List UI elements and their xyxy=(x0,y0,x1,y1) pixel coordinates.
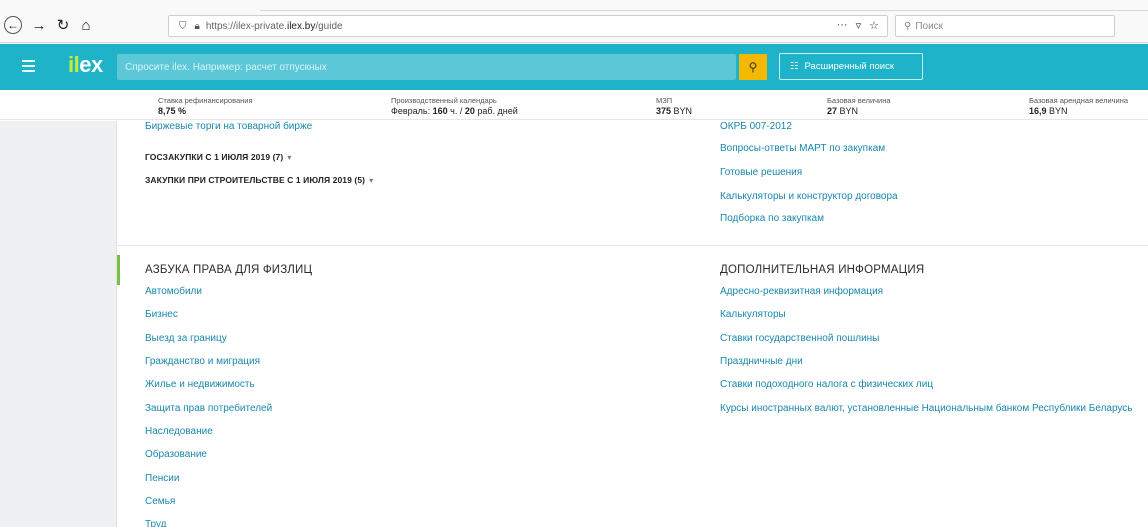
link-okrb[interactable]: ОКРБ 007-2012 xyxy=(720,121,792,132)
link-state-duty-rates[interactable]: Ставки государственной пошлины xyxy=(720,333,879,344)
shield-icon[interactable]: ⛉ xyxy=(179,21,187,32)
filter-sliders-icon: ☷ xyxy=(790,61,799,72)
link-qa-mart[interactable]: Вопросы-ответы МАРТ по закупкам xyxy=(720,143,885,154)
arrow-right-icon: → xyxy=(31,16,47,34)
home-button[interactable]: ⌂ xyxy=(76,15,96,35)
info-value: 8,75 % xyxy=(158,106,187,116)
browser-search-input[interactable]: ⚲ Поиск xyxy=(895,15,1115,37)
address-bar[interactable]: ⛉ 🔒︎ https://ilex-private.ilex.by/guide … xyxy=(168,15,888,37)
group-label: ЗАКУПКИ ПРИ СТРОИТЕЛЬСТВЕ С 1 ИЮЛЯ 2019 … xyxy=(145,175,366,185)
info-label: МЗП xyxy=(656,96,673,105)
link-citizenship[interactable]: Гражданство и миграция xyxy=(145,356,260,367)
info-value: Февраль: 160 ч. / 20 раб. дней xyxy=(391,106,518,116)
info-label: Базовая величина xyxy=(827,96,891,105)
app-header: ilex Спросите ilex. Например: расчет отп… xyxy=(0,44,1148,90)
link-travel-abroad[interactable]: Выезд за границу xyxy=(145,333,227,344)
info-label: Ставка рефинансирования xyxy=(158,96,253,105)
info-min-wage[interactable]: МЗП 375 BYN xyxy=(656,96,692,116)
browser-toolbar: ← → ↻ ⌂ ⛉ 🔒︎ https://ilex-private.ilex.b… xyxy=(0,0,1148,43)
main-content: Биржевые торги на товарной бирже ГОСЗАКУ… xyxy=(117,121,1148,527)
info-base-rent-value[interactable]: Базовая арендная величина 16,9 BYN xyxy=(1029,96,1128,116)
link-holidays[interactable]: Праздничные дни xyxy=(720,356,803,367)
link-business[interactable]: Бизнес xyxy=(145,309,178,320)
page-actions-menu-icon[interactable]: ··· xyxy=(837,19,848,32)
back-button[interactable]: ← xyxy=(4,16,22,34)
section-title-law-abc: АЗБУКА ПРАВА ДЛЯ ФИЗЛИЦ xyxy=(145,264,313,276)
link-procurement-selection[interactable]: Подборка по закупкам xyxy=(720,213,824,224)
search-button[interactable]: ⚲ xyxy=(739,54,767,80)
pocket-icon[interactable]: ▿ xyxy=(856,19,862,32)
link-calculators[interactable]: Калькуляторы xyxy=(720,309,786,320)
info-value: 16,9 BYN xyxy=(1029,106,1068,116)
link-labor[interactable]: Труд xyxy=(145,519,167,527)
section-title-additional-info: ДОПОЛНИТЕЛЬНАЯ ИНФОРМАЦИЯ xyxy=(720,264,925,276)
link-education[interactable]: Образование xyxy=(145,449,207,460)
page-actions[interactable]: ··· ▿ ☆ xyxy=(837,19,879,32)
info-label: Базовая арендная величина xyxy=(1029,96,1129,105)
link-income-tax-rates[interactable]: Ставки подоходного налога с физических л… xyxy=(720,379,933,390)
search-icon: ⚲ xyxy=(904,20,912,32)
reload-button[interactable]: ↻ xyxy=(53,15,73,35)
link-exchange-rates[interactable]: Курсы иностранных валют, установленные Н… xyxy=(720,403,1140,414)
chevron-down-icon: ▾ xyxy=(369,176,374,185)
link-commodity-exchange[interactable]: Биржевые торги на товарной бирже xyxy=(145,121,312,132)
link-cars[interactable]: Автомобили xyxy=(145,286,202,297)
info-label: Производственный календарь xyxy=(391,96,497,105)
home-icon: ⌂ xyxy=(81,16,91,34)
chevron-down-icon: ▾ xyxy=(287,153,292,162)
info-production-calendar[interactable]: Производственный календарь Февраль: 160 … xyxy=(391,96,518,116)
link-inheritance[interactable]: Наследование xyxy=(145,426,213,437)
reload-icon: ↻ xyxy=(56,17,70,34)
forward-button[interactable]: → xyxy=(29,15,49,35)
section-divider xyxy=(117,245,1148,246)
tab-strip xyxy=(0,0,1148,12)
ilex-logo[interactable]: ilex xyxy=(68,52,103,78)
link-address-details[interactable]: Адресно-реквизитная информация xyxy=(720,286,883,297)
browser-search-placeholder: Поиск xyxy=(915,20,944,32)
left-sidebar xyxy=(0,121,117,527)
group-construction-procurement[interactable]: ЗАКУПКИ ПРИ СТРОИТЕЛЬСТВЕ С 1 ИЮЛЯ 2019 … xyxy=(145,175,373,185)
info-value: 375 BYN xyxy=(656,106,693,116)
active-section-marker xyxy=(117,255,120,285)
lock-icon[interactable]: 🔒︎ xyxy=(195,21,200,32)
app-search-placeholder: Спросите ilex. Например: расчет отпускны… xyxy=(125,61,327,73)
menu-icon[interactable] xyxy=(22,60,35,72)
group-label: ГОСЗАКУПКИ С 1 ИЮЛЯ 2019 (7) xyxy=(145,152,284,162)
link-ready-solutions[interactable]: Готовые решения xyxy=(720,167,802,178)
link-housing[interactable]: Жилье и недвижимость xyxy=(145,379,255,390)
info-refinancing-rate[interactable]: Ставка рефинансирования 8,75 % xyxy=(158,96,253,116)
info-base-value[interactable]: Базовая величина 27 BYN xyxy=(827,96,891,116)
advanced-search-label: Расширенный поиск xyxy=(804,61,894,72)
info-value: 27 BYN xyxy=(827,106,859,116)
group-goszakupki[interactable]: ГОСЗАКУПКИ С 1 ИЮЛЯ 2019 (7) ▾ xyxy=(145,152,291,162)
search-icon: ⚲ xyxy=(748,60,758,74)
link-consumer-rights[interactable]: Защита прав потребителей xyxy=(145,403,272,414)
arrow-left-icon: ← xyxy=(7,18,19,32)
link-family[interactable]: Семья xyxy=(145,496,175,507)
url-text: https://ilex-private.ilex.by/guide xyxy=(205,20,343,32)
bookmark-star-icon[interactable]: ☆ xyxy=(869,19,879,32)
link-pensions[interactable]: Пенсии xyxy=(145,473,179,484)
app-search-input[interactable]: Спросите ilex. Например: расчет отпускны… xyxy=(117,54,736,80)
advanced-search-button[interactable]: ☷ Расширенный поиск xyxy=(779,53,923,80)
link-calculators-contract[interactable]: Калькуляторы и конструктор договора xyxy=(720,191,898,202)
info-strip: Ставка рефинансирования 8,75 % Производс… xyxy=(0,90,1148,120)
